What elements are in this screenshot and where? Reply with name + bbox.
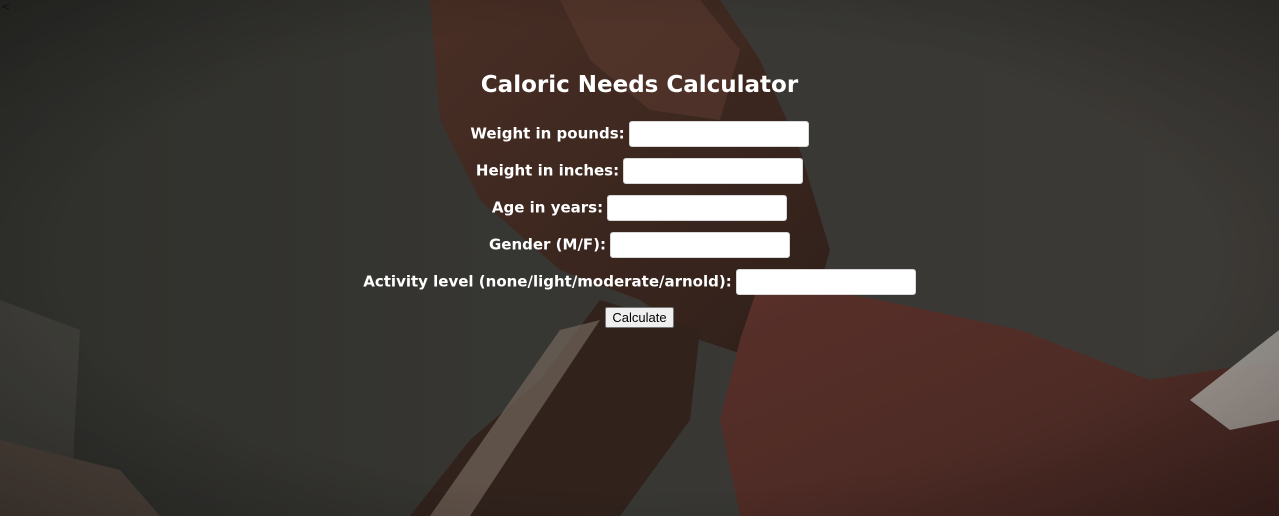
age-input[interactable] (607, 194, 788, 221)
height-label: Height in inches: (475, 161, 620, 180)
activity-row: Activity level (none/light/moderate/arno… (0, 267, 1279, 295)
page-title: Caloric Needs Calculator (480, 72, 799, 98)
weight-row: Weight in pounds: (0, 119, 1279, 147)
gender-row: Gender (M/F): (0, 230, 1279, 258)
activity-label: Activity level (none/light/moderate/arno… (363, 272, 732, 291)
activity-input[interactable] (735, 268, 916, 295)
age-label: Age in years: (491, 198, 604, 217)
age-row: Age in years: (0, 193, 1279, 221)
height-row: Height in inches: (0, 156, 1279, 184)
button-row: Calculate (0, 307, 1279, 328)
weight-input[interactable] (628, 120, 809, 147)
height-input[interactable] (623, 157, 804, 184)
weight-label: Weight in pounds: (470, 124, 625, 143)
corner-glyph: < (1, 0, 11, 13)
gender-input[interactable] (610, 231, 791, 258)
calculate-button[interactable]: Calculate (605, 307, 674, 328)
gender-label: Gender (M/F): (488, 235, 607, 254)
